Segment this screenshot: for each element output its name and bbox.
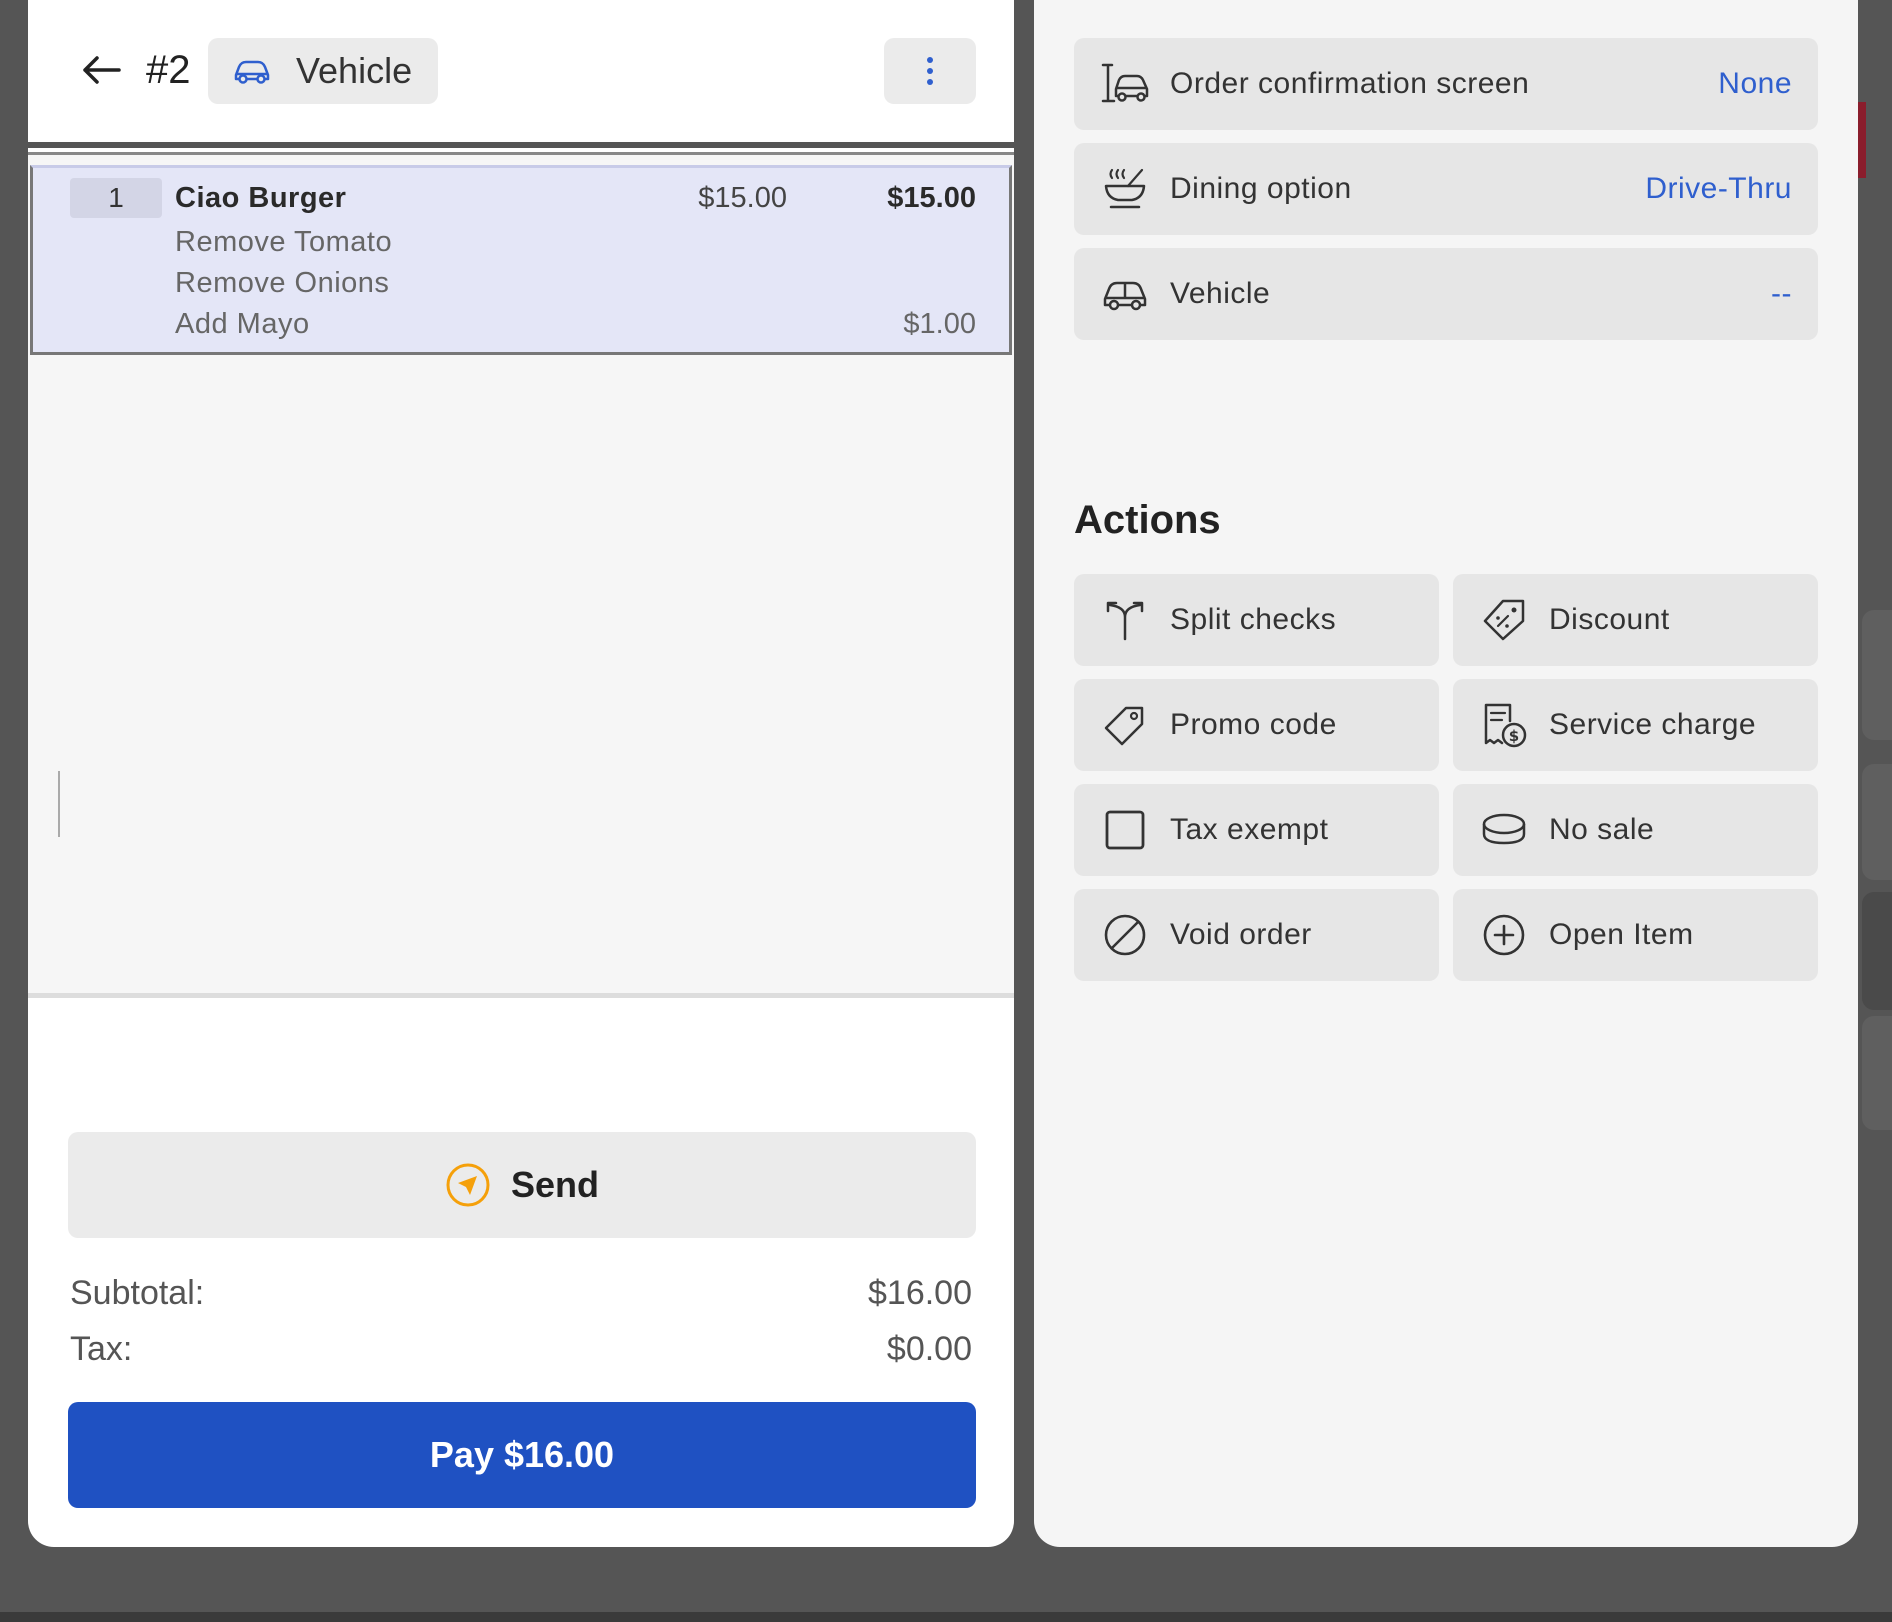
- item-name: Ciao Burger: [175, 182, 347, 214]
- discount-tag-icon: [1479, 595, 1529, 645]
- background-panel-edge: [1862, 610, 1892, 740]
- order-confirmation-screen-option[interactable]: Order confirmation screen None: [1074, 38, 1818, 130]
- svg-text:$: $: [1509, 727, 1519, 745]
- option-value: None: [1718, 67, 1792, 100]
- split-checks-button[interactable]: Split checks: [1074, 574, 1439, 666]
- header-divider: [28, 142, 1014, 148]
- no-sale-button[interactable]: No sale: [1453, 784, 1818, 876]
- option-value: Drive-Thru: [1645, 172, 1792, 205]
- dining-option[interactable]: Dining option Drive-Thru: [1074, 143, 1818, 235]
- order-panel: #2 Vehicle 1 Ciao Burger $15.00 $15.00 R…: [28, 0, 1014, 1547]
- option-label: Order confirmation screen: [1170, 67, 1530, 100]
- vehicle-chip[interactable]: Vehicle: [208, 38, 438, 104]
- order-options-panel: Order confirmation screen None Dining op…: [1034, 0, 1858, 1547]
- item-modifier: Add Mayo: [175, 308, 310, 340]
- background-panel-edge: [1862, 764, 1892, 880]
- send-icon: [446, 1163, 490, 1207]
- void-circle-icon: [1100, 910, 1150, 960]
- actions-heading: Actions: [1074, 498, 1221, 542]
- action-label: Open Item: [1549, 918, 1694, 951]
- item-modifier: Remove Onions: [175, 267, 390, 299]
- open-item-button[interactable]: Open Item: [1453, 889, 1818, 981]
- vehicle-chip-label: Vehicle: [296, 50, 413, 91]
- subtotal-value: $16.00: [868, 1274, 972, 1312]
- send-button-label: Send: [510, 1164, 599, 1205]
- coin-icon: [1479, 805, 1529, 855]
- bottom-strip: [0, 1612, 1892, 1622]
- pay-button[interactable]: Pay $16.00: [68, 1402, 976, 1508]
- back-button[interactable]: [74, 44, 128, 96]
- action-label: Service charge: [1549, 708, 1757, 741]
- order-header: #2 Vehicle: [28, 0, 1014, 142]
- background-panel-edge: [1862, 1016, 1892, 1130]
- plus-circle-icon: [1479, 910, 1529, 960]
- more-options-button[interactable]: [884, 38, 976, 104]
- option-label: Dining option: [1170, 172, 1352, 205]
- modifier-price: $1.00: [903, 308, 976, 340]
- receipt-dollar-icon: $: [1479, 700, 1529, 750]
- tag-icon: [1100, 700, 1150, 750]
- car-screen-icon: [1100, 59, 1150, 109]
- item-unit-price: $15.00: [698, 182, 787, 214]
- action-label: Promo code: [1170, 708, 1337, 741]
- items-divider: [28, 993, 1014, 998]
- send-button[interactable]: Send: [68, 1132, 976, 1238]
- tax-exempt-button[interactable]: Tax exempt: [1074, 784, 1439, 876]
- tax-label: Tax:: [70, 1330, 133, 1368]
- dining-bowl-icon: [1100, 164, 1150, 214]
- item-quantity[interactable]: 1: [70, 178, 162, 218]
- option-value: --: [1771, 277, 1792, 310]
- checkbox-icon: [1100, 805, 1150, 855]
- item-modifier: Remove Tomato: [175, 226, 393, 258]
- action-label: Discount: [1549, 603, 1670, 636]
- order-line-item[interactable]: 1 Ciao Burger $15.00 $15.00 Remove Tomat…: [30, 165, 1012, 355]
- service-charge-button[interactable]: $ Service charge: [1453, 679, 1818, 771]
- action-label: Void order: [1170, 918, 1312, 951]
- split-arrows-icon: [1100, 595, 1150, 645]
- discount-button[interactable]: Discount: [1453, 574, 1818, 666]
- item-total-price: $15.00: [887, 182, 976, 214]
- background-panel-edge: [1862, 892, 1892, 1010]
- action-label: Tax exempt: [1170, 813, 1329, 846]
- arrow-left-icon: [83, 56, 121, 84]
- action-label: Split checks: [1170, 603, 1337, 636]
- more-vertical-icon: [927, 57, 933, 85]
- order-number: #2: [146, 48, 191, 92]
- option-label: Vehicle: [1170, 277, 1271, 310]
- vehicle-option[interactable]: Vehicle --: [1074, 248, 1818, 340]
- tax-value: $0.00: [886, 1330, 972, 1368]
- promo-code-button[interactable]: Promo code: [1074, 679, 1439, 771]
- subtotal-label: Subtotal:: [70, 1274, 205, 1312]
- void-order-button[interactable]: Void order: [1074, 889, 1439, 981]
- car-icon: [234, 60, 270, 84]
- action-label: No sale: [1549, 813, 1655, 846]
- scroll-indicator: [58, 771, 60, 837]
- order-items-list[interactable]: 1 Ciao Burger $15.00 $15.00 Remove Tomat…: [28, 155, 1014, 995]
- car-icon: [1100, 269, 1150, 319]
